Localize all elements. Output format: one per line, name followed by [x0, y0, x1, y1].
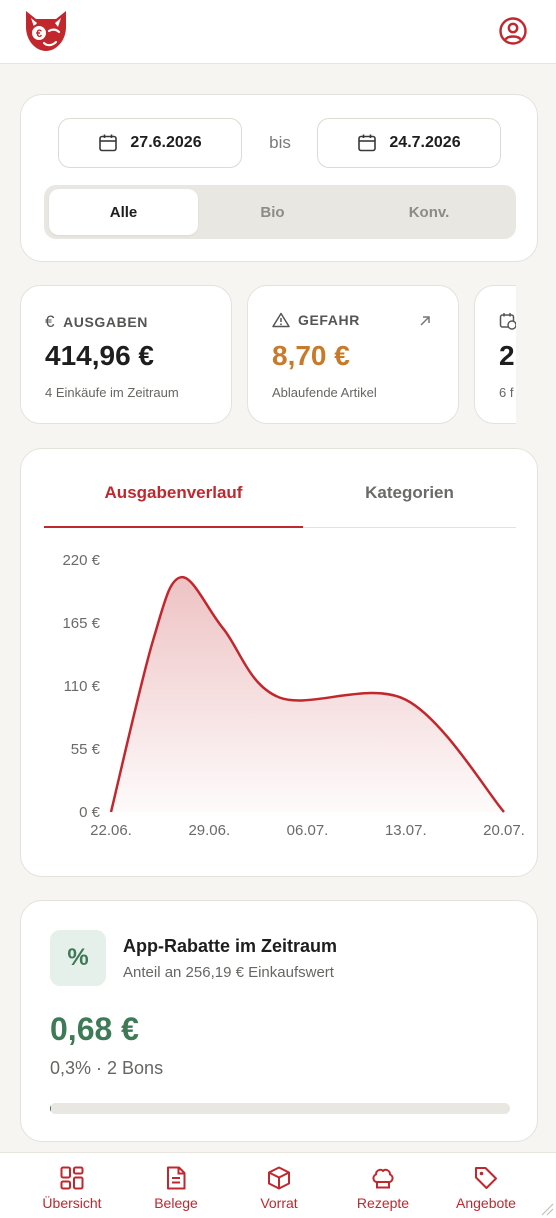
stat-card-header: € AUSGABEN — [45, 312, 148, 332]
svg-text:€: € — [36, 28, 42, 40]
x-tick-label: 13.07. — [385, 822, 427, 839]
x-tick-label: 06.07. — [287, 822, 329, 839]
discount-meta: 0,3% · 2 Bons — [50, 1058, 164, 1078]
filter-card: 27.6.2026 bis 24.7.2026 Alle Bio Konv. — [20, 94, 538, 262]
discount-subtitle: Anteil an 256,19 € Einkaufswert — [123, 964, 334, 981]
resize-grip-icon — [541, 1203, 554, 1216]
chef-hat-icon — [372, 1168, 394, 1189]
date-from-value: 27.6.2026 — [130, 134, 202, 151]
y-tick-label: 220 € — [62, 552, 100, 569]
segment-bio[interactable]: Bio — [198, 189, 347, 235]
receipt-icon — [167, 1166, 186, 1190]
calendar-icon — [358, 134, 377, 152]
stat-card-gefahr[interactable]: GEFAHR 8,70 € Ablaufende Artikel — [247, 285, 459, 424]
fox-logo-icon[interactable]: € — [22, 9, 70, 53]
stat-card-ausgaben[interactable]: € AUSGABEN 414,96 € 4 Einkäufe im Zeitra… — [20, 285, 232, 424]
y-tick-label: 55 € — [71, 741, 101, 758]
segment-alle[interactable]: Alle — [49, 189, 198, 235]
segment-konv[interactable]: Konv. — [347, 189, 511, 235]
x-tick-label: 20.07. — [483, 822, 525, 839]
box-icon — [268, 1166, 290, 1190]
stat-card-header — [499, 312, 516, 330]
date-to-value: 24.7.2026 — [389, 134, 461, 151]
nav-label: Übersicht — [42, 1195, 102, 1211]
discount-title: App-Rabatte im Zeitraum — [123, 936, 338, 956]
nav-label: Rezepte — [356, 1195, 410, 1211]
calendar-clock-icon — [499, 313, 516, 330]
stat-cards-carousel[interactable]: € AUSGABEN 414,96 € 4 Einkäufe im Zeitra… — [20, 285, 516, 425]
user-profile-icon[interactable] — [498, 16, 528, 46]
calendar-icon — [99, 134, 118, 152]
stat-value: 8,70 € — [272, 340, 350, 371]
nav-label: Vorrat — [260, 1195, 298, 1211]
nav-label: Belege — [154, 1195, 198, 1211]
discount-progress-fill — [50, 1103, 52, 1114]
stat-label: GEFAHR — [298, 312, 360, 328]
y-tick-label: 165 € — [62, 615, 100, 632]
nav-item-rezepte[interactable]: Rezepte — [327, 1165, 439, 1215]
stat-label: AUSGABEN — [63, 314, 148, 330]
nav-item-angebote[interactable]: Angebote — [430, 1165, 542, 1215]
euro-icon: € — [45, 312, 56, 331]
app-discount-card: % App-Rabatte im Zeitraum Anteil an 256,… — [20, 900, 538, 1142]
spending-area-chart: 0 € 55 € 110 € 165 € 220 € 22.06. 29.06. 06.07.… — [62, 552, 525, 839]
app-header: € — [0, 0, 556, 64]
arrow-up-right-icon — [420, 316, 430, 326]
spending-chart-card: Ausgabenverlauf Kategorien 0 €55 €110 €1… — [20, 448, 538, 877]
range-separator: bis — [269, 133, 291, 152]
stat-subtext: 4 Einkäufe im Zeitraum — [45, 385, 179, 400]
date-to-field[interactable]: 24.7.2026 — [317, 118, 501, 168]
stat-value: 2 — [499, 340, 515, 371]
x-tick-label: 22.06. — [90, 822, 132, 839]
percent-icon: % — [50, 930, 106, 986]
chart-area-fill — [111, 577, 504, 812]
bottom-navigation: Übersicht Belege Vorrat Rezepte Angebote — [0, 1152, 556, 1218]
grid-icon — [60, 1166, 84, 1190]
discount-value: 0,68 € — [50, 1011, 139, 1047]
product-type-segmented-control: Alle Bio Konv. — [44, 185, 516, 239]
stat-value: 414,96 € — [45, 340, 154, 371]
nav-item-vorrat[interactable]: Vorrat — [223, 1165, 335, 1215]
nav-label: Angebote — [456, 1195, 516, 1211]
warning-icon — [272, 312, 290, 328]
y-tick-label: 110 € — [64, 678, 101, 695]
y-tick-label: 0 € — [79, 804, 101, 821]
stat-card-header: GEFAHR — [272, 312, 360, 328]
nav-item-belege[interactable]: Belege — [120, 1165, 232, 1215]
stat-subtext: 6 f — [499, 385, 514, 400]
stat-card-third[interactable]: 2 6 f — [474, 285, 516, 424]
discount-progress-bar — [50, 1103, 510, 1114]
stat-subtext: Ablaufende Artikel — [272, 385, 377, 400]
x-tick-label: 29.06. — [188, 822, 230, 839]
nav-item-uebersicht[interactable]: Übersicht — [16, 1165, 128, 1215]
date-from-field[interactable]: 27.6.2026 — [58, 118, 242, 168]
percent-symbol: % — [67, 944, 89, 971]
tag-icon — [475, 1167, 497, 1189]
